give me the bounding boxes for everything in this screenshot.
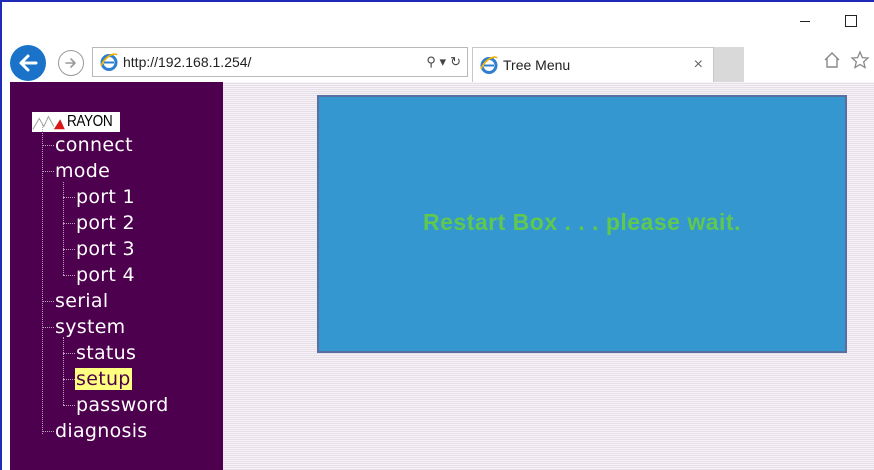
- favorites-star-icon[interactable]: [850, 50, 870, 70]
- tree-line: [42, 171, 54, 172]
- tree-line: [42, 301, 54, 302]
- tree-line: [42, 327, 54, 328]
- tree-item-label: port 2: [76, 212, 135, 234]
- tree-item-diagnosis[interactable]: diagnosis: [54, 418, 149, 444]
- browser-toolbar: http://192.168.1.254/ ⚲ ▾ ↻ Tree Menu ×: [2, 42, 874, 82]
- logo-text: RAYON: [66, 113, 113, 130]
- page-content: RAYON connect mode port 1 port 2 port 3 …: [10, 82, 874, 470]
- tree-item-label: connect: [55, 134, 133, 156]
- restart-message-box: Restart Box . . . please wait.: [317, 95, 847, 353]
- tree-item-status[interactable]: status: [75, 340, 137, 366]
- tree-line: [63, 275, 75, 276]
- address-actions: ⚲ ▾ ↻: [426, 54, 461, 70]
- tree-menu-sidebar: RAYON connect mode port 1 port 2 port 3 …: [10, 82, 223, 470]
- tree-item-label: password: [76, 394, 169, 416]
- tree-item-port-4[interactable]: port 4: [75, 262, 136, 288]
- tree-item-connect[interactable]: connect: [54, 132, 134, 158]
- tree-item-port-3[interactable]: port 3: [75, 236, 136, 262]
- new-tab-button[interactable]: [714, 47, 744, 82]
- tree-line: [63, 353, 75, 354]
- back-arrow-icon: [19, 54, 38, 72]
- tree-line: [63, 182, 64, 275]
- tree-line: [42, 431, 54, 432]
- tree-line: [42, 145, 54, 146]
- url-text[interactable]: http://192.168.1.254/: [123, 54, 426, 70]
- logo-mark-icon: [32, 115, 65, 130]
- forward-button[interactable]: [58, 50, 84, 76]
- tree-item-label: setup: [75, 368, 132, 390]
- tab-ie-icon: [479, 55, 499, 75]
- forward-arrow-icon: [65, 58, 76, 68]
- tab-title: Tree Menu: [503, 57, 571, 73]
- maximize-icon: [845, 15, 857, 27]
- tree-item-port-1[interactable]: port 1: [75, 184, 136, 210]
- tree-item-setup[interactable]: setup: [75, 366, 132, 392]
- search-dropdown-icon[interactable]: ⚲ ▾: [426, 54, 446, 70]
- tree-item-label: mode: [55, 160, 111, 182]
- maximize-button[interactable]: [828, 6, 874, 36]
- tree-item-label: port 1: [76, 186, 135, 208]
- tree-item-label: status: [76, 342, 137, 364]
- minimize-button[interactable]: [782, 6, 828, 36]
- refresh-icon[interactable]: ↻: [450, 54, 461, 70]
- tree-item-serial[interactable]: serial: [54, 288, 109, 314]
- home-icon[interactable]: [822, 50, 842, 70]
- back-button[interactable]: [10, 45, 46, 81]
- minimize-icon: [800, 20, 810, 22]
- tree-item-label: port 3: [76, 238, 135, 260]
- rayon-logo: RAYON: [32, 112, 120, 132]
- tab-tree-menu[interactable]: Tree Menu ×: [472, 47, 714, 82]
- tree-item-port-2[interactable]: port 2: [75, 210, 136, 236]
- tree-item-password[interactable]: password: [75, 392, 170, 418]
- tree-item-label: diagnosis: [55, 420, 148, 442]
- tree-item-label: serial: [55, 290, 109, 312]
- tree-item-mode[interactable]: mode: [54, 158, 111, 184]
- tree-line: [63, 197, 75, 198]
- address-bar[interactable]: http://192.168.1.254/ ⚲ ▾ ↻: [92, 47, 468, 77]
- tree-item-label: port 4: [76, 264, 135, 286]
- restart-message: Restart Box . . . please wait.: [423, 208, 741, 235]
- tree-item-system[interactable]: system: [54, 314, 127, 340]
- main-frame: Restart Box . . . please wait.: [223, 82, 874, 470]
- tree-line: [63, 405, 75, 406]
- tab-close-icon[interactable]: ×: [694, 56, 703, 74]
- tree-line: [63, 249, 75, 250]
- tree-item-label: system: [55, 316, 126, 338]
- tree-line: [63, 337, 64, 405]
- ie-icon: [99, 52, 119, 72]
- tree-line: [63, 223, 75, 224]
- window-controls: [782, 6, 874, 36]
- browser-right-icons: [822, 50, 870, 70]
- browser-window: http://192.168.1.254/ ⚲ ▾ ↻ Tree Menu ×: [0, 0, 874, 470]
- tree-line: [63, 379, 75, 380]
